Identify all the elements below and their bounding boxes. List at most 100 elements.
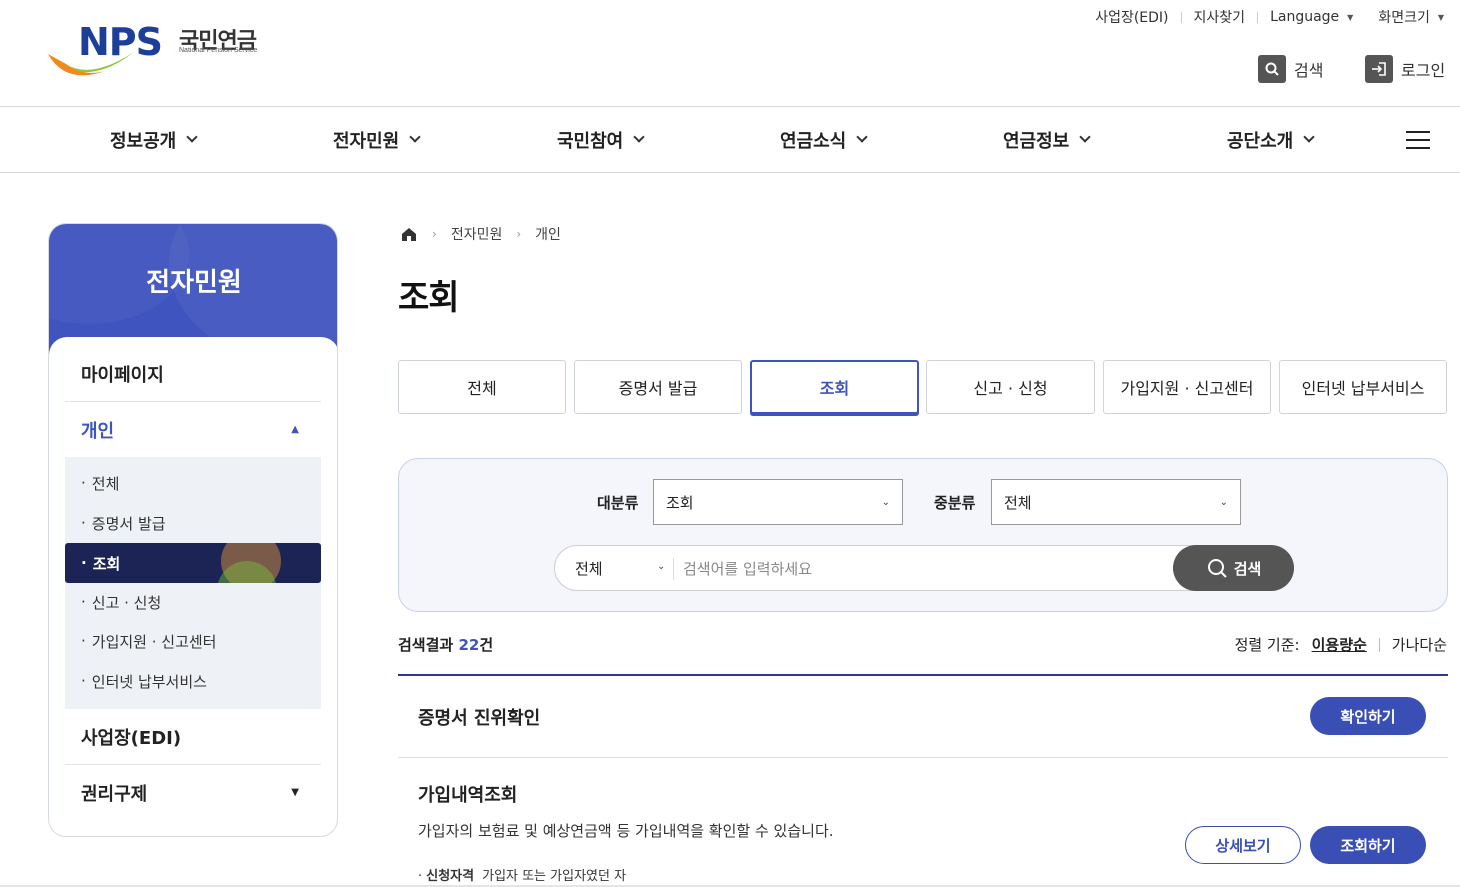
tab-certificate[interactable]: 증명서 발급 (574, 360, 742, 414)
major-category-select[interactable]: 조회 ⌄ (653, 479, 903, 525)
tab-label: 조회 (819, 379, 850, 398)
side-subitem-label: 가입지원 · 신고센터 (91, 632, 217, 651)
side-nav-item-rights[interactable]: 권리구제 ▼ (65, 765, 321, 820)
search-bar: 전체 ⌄ 검색 (554, 545, 1294, 591)
search-input[interactable] (683, 554, 1163, 584)
sort-label: 정렬 기준: (1234, 636, 1300, 654)
tab-inquiry[interactable]: 조회 (750, 360, 919, 414)
gnb-label: 정보공개 (110, 130, 177, 152)
result-description: 가입자의 보험료 및 예상연금액 등 가입내역을 확인할 수 있습니다. (418, 822, 834, 840)
sort-by-alpha[interactable]: 가나다순 (1392, 634, 1447, 655)
search-panel: 대분류 조회 ⌄ 중분류 전체 ⌄ 전체 ⌄ 검색 (398, 458, 1448, 612)
bullet: · (81, 672, 86, 690)
tab-support[interactable]: 가입지원 · 신고센터 (1103, 360, 1271, 414)
chevron-down-icon: ⌄ (657, 561, 666, 572)
mid-category-select[interactable]: 전체 ⌄ (991, 479, 1241, 525)
search-button-label: 검색 (1233, 559, 1262, 578)
gnb-item-pension-info[interactable]: 연금정보 (1003, 107, 1091, 172)
search-button[interactable]: 검색 (1173, 545, 1294, 591)
gnb-item-about[interactable]: 공단소개 (1227, 107, 1315, 172)
side-subitem-certificate[interactable]: · 증명서 발급 (65, 503, 321, 543)
chevron-right-icon: › (432, 227, 437, 241)
button-label: 상세보기 (1215, 836, 1271, 855)
gnb-item-civil[interactable]: 전자민원 (333, 107, 421, 172)
result-title[interactable]: 증명서 진위확인 (418, 704, 540, 730)
detail-button[interactable]: 상세보기 (1185, 826, 1301, 864)
login-button[interactable]: 로그인 (1365, 55, 1445, 83)
site-header: NPS 국민연금 National Pension Service 사업장(ED… (0, 0, 1460, 107)
divider (1180, 11, 1182, 23)
gnb-item-info[interactable]: 정보공개 (110, 107, 198, 172)
tab-label: 전체 (467, 379, 497, 398)
bullet: · (81, 474, 86, 492)
side-navigation: 전자민원 마이페이지 개인 ▲ · 전체 · 증명서 발급 · 조회 · 신고 · 신청 … (48, 223, 338, 837)
chevron-down-icon (633, 131, 645, 143)
result-count: 검색결과 22건 (398, 634, 493, 655)
gnb-label: 연금소식 (780, 130, 847, 152)
results-top-border (398, 674, 1448, 676)
home-icon[interactable] (400, 225, 418, 243)
side-subitem-all[interactable]: · 전체 (65, 463, 321, 503)
sort-options: 정렬 기준: 이용량순 가나다순 (1235, 634, 1447, 655)
chevron-down-icon: ⌄ (881, 496, 890, 508)
login-label: 로그인 (1401, 61, 1446, 80)
search-icon (1207, 559, 1227, 578)
gnb-item-news[interactable]: 연금소식 (780, 107, 868, 172)
tab-report[interactable]: 신고 · 신청 (926, 360, 1095, 414)
result-count-label: 검색결과 (398, 636, 454, 654)
bullet: · (81, 554, 87, 572)
search-icon (1258, 55, 1286, 83)
side-nav-label: 개인 (81, 420, 115, 442)
side-nav-item-personal[interactable]: 개인 ▲ (65, 402, 321, 457)
verify-button[interactable]: 확인하기 (1310, 697, 1426, 735)
util-link-branch[interactable]: 지사찾기 (1194, 7, 1246, 27)
side-nav-title: 전자민원 (146, 268, 242, 298)
side-nav-body: 마이페이지 개인 ▲ · 전체 · 증명서 발급 · 조회 · 신고 · 신청 · 가입지원… (49, 337, 337, 836)
result-eligibility: · 신청자격 가입자 또는 가입자였던 자 (418, 869, 627, 884)
side-subitem-inquiry[interactable]: · 조회 (65, 543, 321, 583)
select-value: 전체 (575, 560, 603, 578)
header-search-button[interactable]: 검색 (1258, 55, 1323, 83)
chevron-down-icon: ⌄ (1219, 496, 1228, 508)
caret-down-icon: ▼ (291, 787, 299, 798)
logo-brand: NPS (78, 20, 163, 64)
result-divider (398, 757, 1448, 758)
side-subitem-label: 조회 (92, 554, 121, 573)
search-scope-select[interactable]: 전체 ⌄ (575, 558, 665, 579)
gnb-item-participation[interactable]: 국민참여 (557, 107, 645, 172)
chevron-down-icon (1079, 131, 1091, 143)
bullet: · (81, 632, 86, 650)
breadcrumb-item[interactable]: 전자민원 (451, 224, 503, 244)
tab-all[interactable]: 전체 (398, 360, 566, 414)
inquiry-button[interactable]: 조회하기 (1310, 826, 1426, 864)
chevron-down-icon (856, 131, 868, 143)
side-nav-submenu: · 전체 · 증명서 발급 · 조회 · 신고 · 신청 · 가입지원 · 신고센터 · 인… (65, 457, 321, 709)
result-title[interactable]: 가입내역조회 (418, 781, 517, 807)
logo-name-en: National Pension Service (179, 47, 258, 54)
divider (1257, 11, 1259, 23)
nps-logo[interactable]: NPS 국민연금 National Pension Service (46, 20, 276, 84)
utility-links: 사업장(EDI) 지사찾기 Language ▼ 화면크기 ▼ (1095, 7, 1444, 27)
side-nav-item-mypage[interactable]: 마이페이지 (65, 347, 321, 402)
menu-icon[interactable] (1406, 131, 1430, 149)
chevron-right-icon: › (516, 227, 522, 241)
login-icon (1365, 55, 1393, 83)
mid-category-label: 중분류 (934, 494, 976, 512)
side-subitem-label: 신고 · 신청 (91, 593, 162, 612)
side-subitem-payment[interactable]: · 인터넷 납부서비스 (65, 661, 321, 701)
sort-by-usage[interactable]: 이용량순 (1312, 634, 1367, 655)
side-nav-label: 마이페이지 (81, 365, 164, 386)
side-nav-item-edi[interactable]: 사업장(EDI) (65, 710, 321, 765)
result-count-suffix: 건 (479, 636, 494, 654)
util-link-screen-size[interactable]: 화면크기 (1378, 7, 1430, 27)
tab-payment[interactable]: 인터넷 납부서비스 (1279, 360, 1447, 414)
side-subitem-support[interactable]: · 가입지원 · 신고센터 (65, 621, 321, 661)
side-subitem-report[interactable]: · 신고 · 신청 (65, 582, 321, 622)
eligibility-label: 신청자격 (426, 869, 475, 884)
util-link-edi[interactable]: 사업장(EDI) (1095, 7, 1168, 27)
breadcrumb-item[interactable]: 개인 (535, 224, 561, 244)
util-link-language[interactable]: Language (1270, 9, 1339, 25)
button-label: 조회하기 (1340, 836, 1396, 855)
gnb-label: 공단소개 (1227, 130, 1294, 152)
